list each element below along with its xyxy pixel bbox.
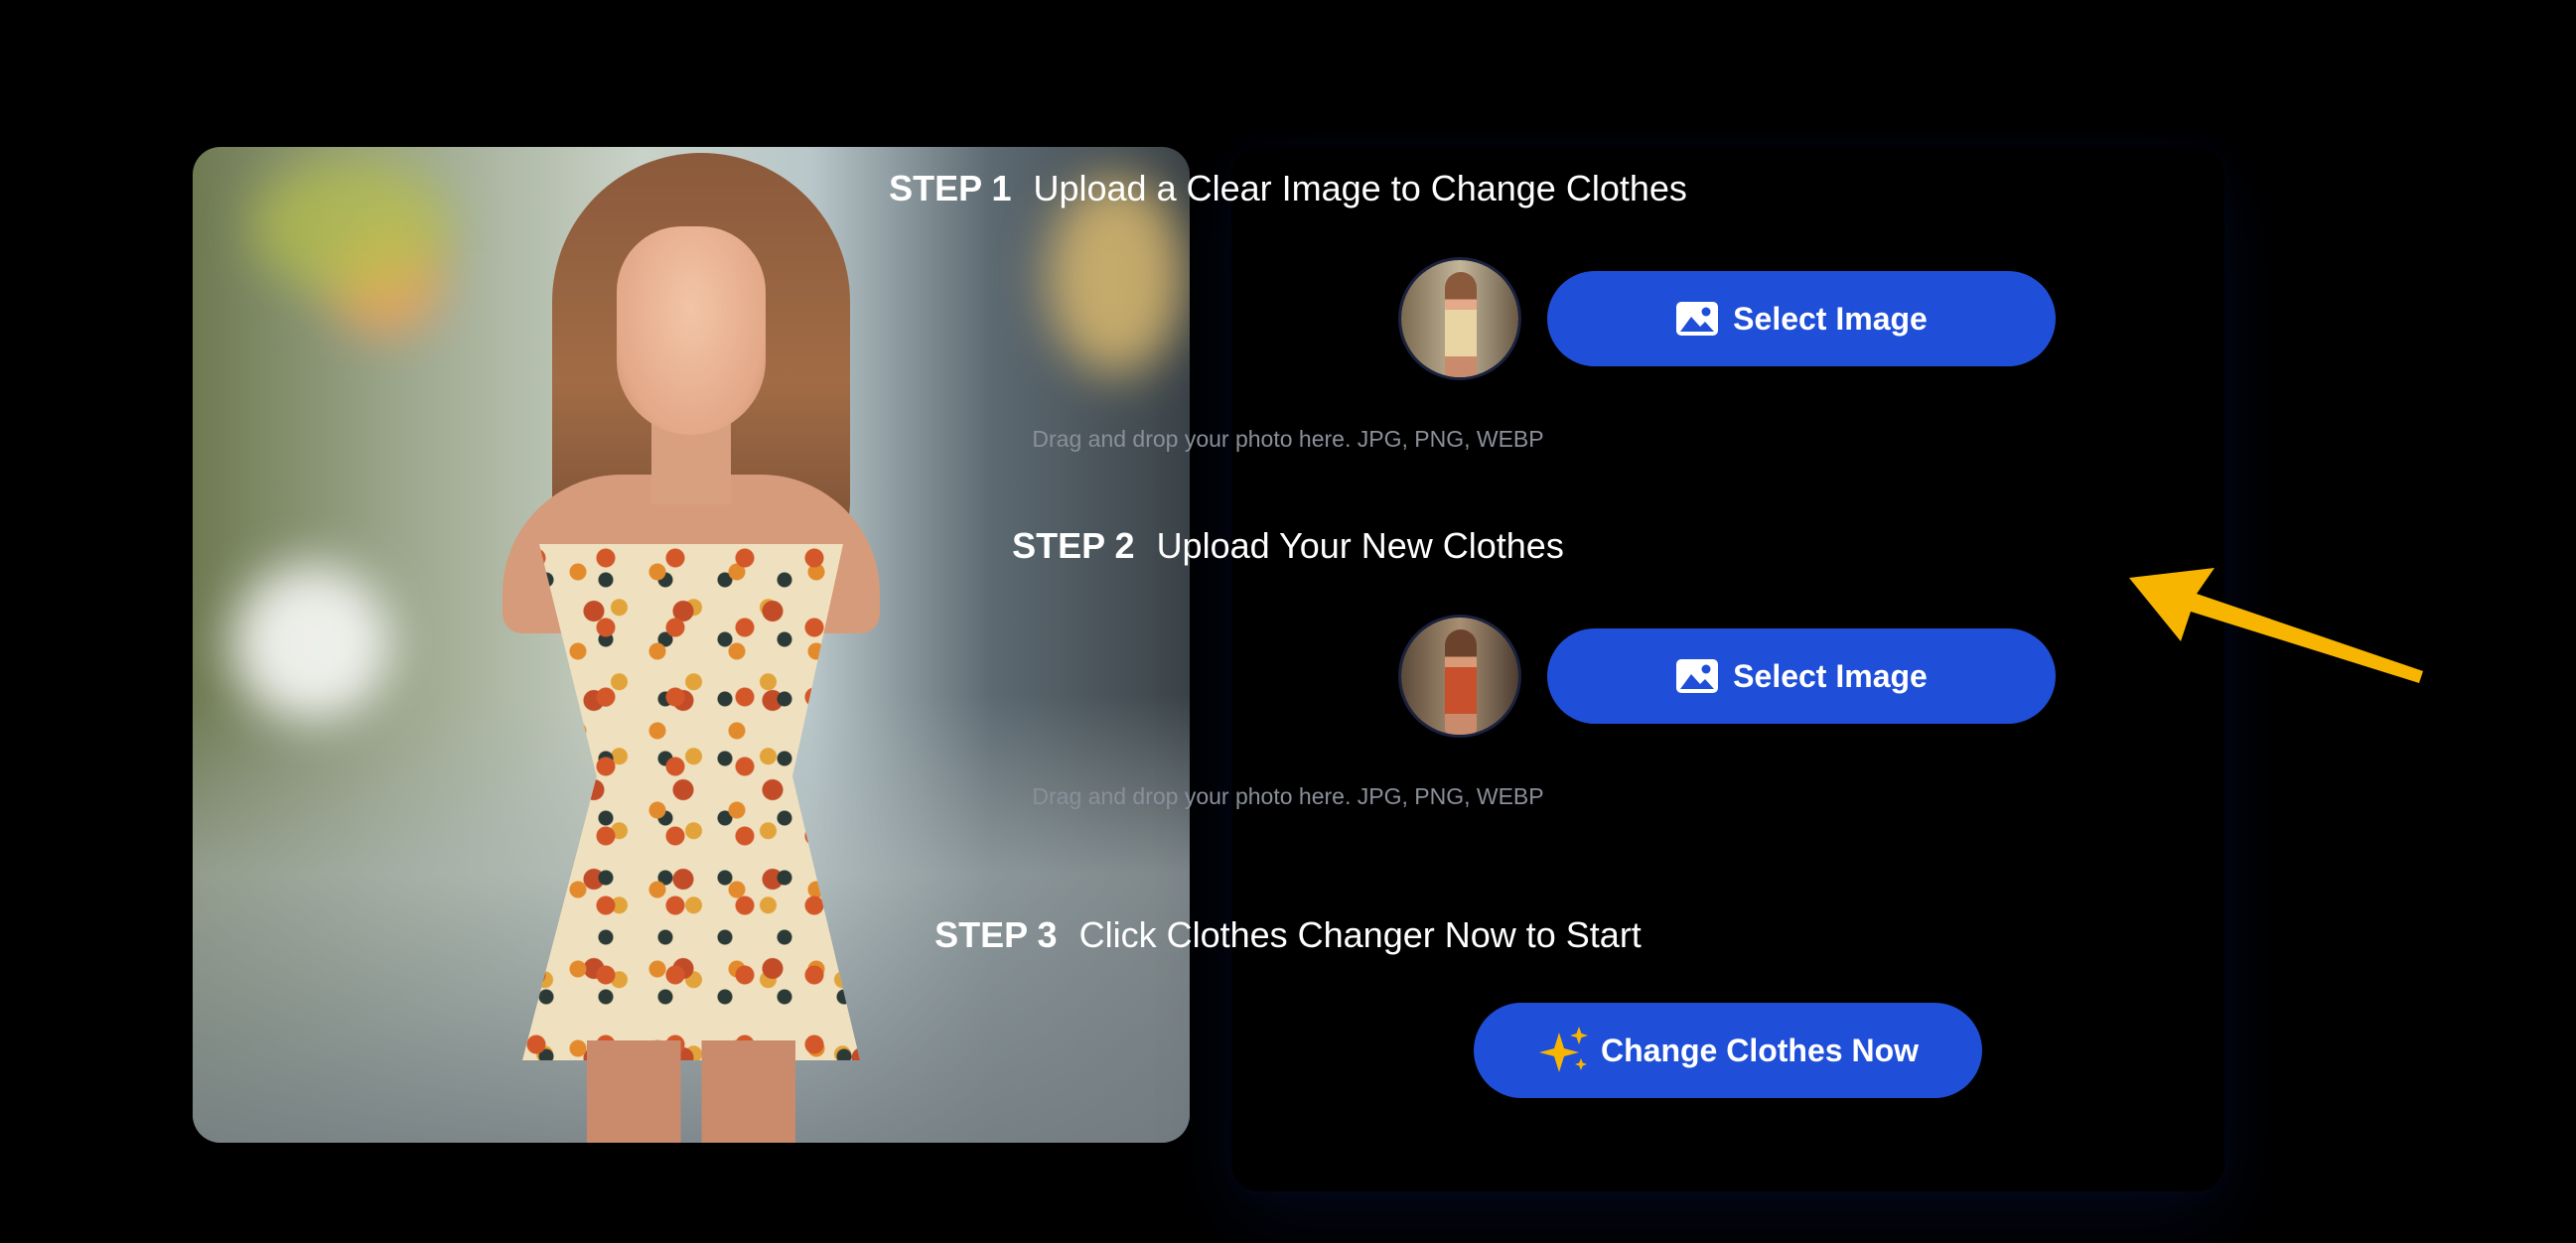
step3-label: STEP 3 (934, 914, 1058, 955)
step2-title: STEP 2 Upload Your New Clothes (0, 524, 2576, 568)
change-clothes-now-label: Change Clothes Now (1600, 1032, 1919, 1068)
step1-title: STEP 1 Upload a Clear Image to Change Clo… (0, 167, 2576, 210)
page: STEP 1 Upload a Clear Image to Change Clo… (0, 0, 2576, 1243)
sparkles-icon (1537, 1025, 1591, 1076)
step1-text: Upload a Clear Image to Change Clothes (1033, 168, 1687, 208)
step2-hint: Drag and drop your photo here. JPG, PNG,… (1032, 783, 1544, 809)
model-legs (587, 1040, 795, 1143)
step1-upload-row: Select Image (1398, 254, 2056, 383)
image-icon (1675, 658, 1719, 694)
step2-text: Upload Your New Clothes (1156, 525, 1564, 566)
step2-upload-row: Select Image (1398, 612, 2056, 741)
step2-select-image-label: Select Image (1733, 657, 1928, 694)
step1-label: STEP 1 (889, 168, 1012, 208)
image-icon (1675, 301, 1719, 337)
step1-thumbnail (1398, 257, 1521, 380)
step2-thumbnail (1398, 615, 1521, 738)
step1-select-image-label: Select Image (1733, 300, 1928, 337)
preview-image (193, 147, 1190, 1143)
step2-select-image-button[interactable]: Select Image (1547, 628, 2056, 724)
model-figure (413, 147, 969, 1143)
step2-label: STEP 2 (1012, 525, 1135, 566)
change-clothes-now-button[interactable]: Change Clothes Now (1474, 1003, 1982, 1098)
model-face (617, 226, 766, 435)
step3-title: STEP 3 Click Clothes Changer Now to Start (0, 913, 2576, 957)
arrow-pointer-icon (2129, 568, 2423, 683)
step1-select-image-button[interactable]: Select Image (1547, 271, 2056, 366)
step3-text: Click Clothes Changer Now to Start (1078, 914, 1642, 955)
step1-hint: Drag and drop your photo here. JPG, PNG,… (1032, 426, 1544, 452)
